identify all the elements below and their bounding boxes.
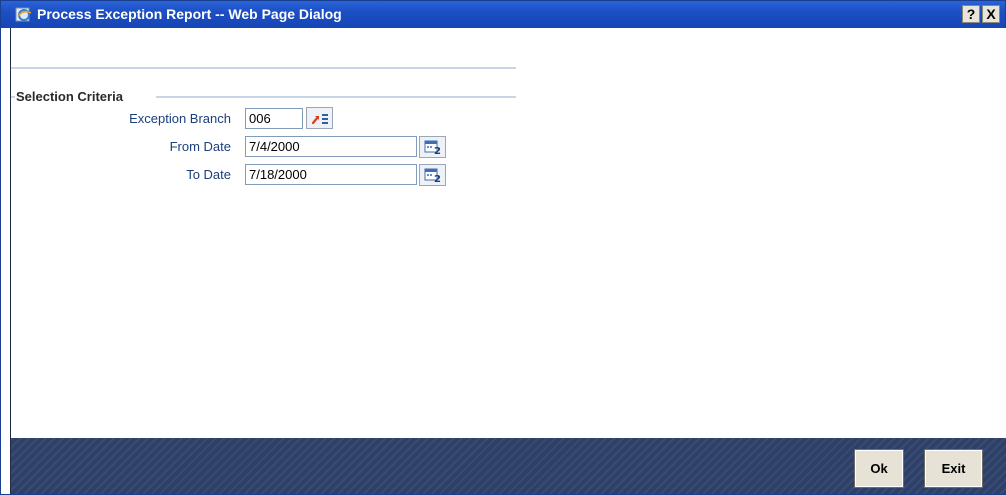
list-of-values-icon — [307, 114, 332, 132]
ie-page-icon — [15, 7, 32, 22]
selection-criteria-legend: Selection Criteria — [16, 89, 123, 104]
title-bar: Process Exception Report -- Web Page Dia… — [1, 1, 1005, 28]
divider — [11, 67, 516, 69]
exception-branch-label: Exception Branch — [129, 111, 231, 126]
list-of-values-button[interactable] — [306, 107, 333, 129]
svg-text:2: 2 — [434, 174, 441, 185]
close-button[interactable]: X — [982, 5, 1000, 23]
from-date-calendar-button[interactable]: 2 — [419, 136, 446, 158]
to-date-calendar-button[interactable]: 2 — [419, 164, 446, 186]
help-button[interactable]: ? — [962, 5, 980, 23]
dialog-content: Selection Criteria Exception Branch From… — [10, 28, 1006, 438]
svg-text:2: 2 — [434, 146, 441, 157]
ok-button[interactable]: Ok — [854, 449, 904, 488]
dialog-window: Process Exception Report -- Web Page Dia… — [0, 0, 1006, 495]
fieldset-border — [11, 96, 15, 98]
exit-button[interactable]: Exit — [924, 449, 983, 488]
exception-branch-input[interactable] — [245, 108, 303, 129]
window-title: Process Exception Report -- Web Page Dia… — [37, 6, 342, 22]
to-date-input[interactable] — [245, 164, 417, 185]
from-date-input[interactable] — [245, 136, 417, 157]
from-date-label: From Date — [169, 139, 231, 154]
calendar-icon: 2 — [420, 140, 445, 161]
calendar-icon: 2 — [420, 168, 445, 189]
to-date-label: To Date — [186, 167, 231, 182]
fieldset-border — [156, 96, 516, 98]
dialog-footer: Ok Exit — [10, 438, 1006, 494]
